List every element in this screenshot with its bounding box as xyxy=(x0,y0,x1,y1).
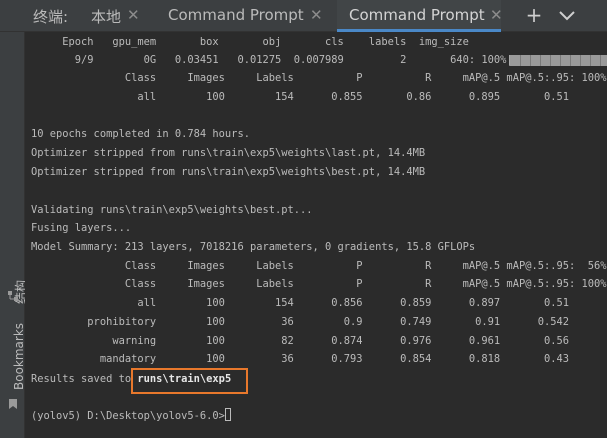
text-cursor xyxy=(224,408,231,421)
tab-command-prompt-1[interactable]: Command Prompt xyxy=(168,6,304,24)
chevron-down-icon[interactable] xyxy=(556,5,578,25)
terminal-line: Epoch gpu_mem box obj cls labels img_siz… xyxy=(31,36,469,48)
tab-local[interactable]: 本地 xyxy=(91,6,121,27)
terminal-line: Class Images Labels P R mAP@.5 mAP@.5:.9… xyxy=(31,260,607,272)
terminal-prefix-label: 终端: xyxy=(33,8,69,26)
results-prefix: Results saved to xyxy=(31,373,138,385)
terminal-line: 10 epochs completed in 0.784 hours. xyxy=(31,128,250,140)
progress-bar xyxy=(510,55,607,66)
close-icon[interactable]: ✕ xyxy=(127,6,140,24)
tab-command-prompt-2[interactable]: Command Prompt xyxy=(349,6,485,24)
terminal-line: warning 100 82 0.874 0.976 0.961 0.56 xyxy=(31,335,569,347)
left-tool-strip: 结构 Bookmarks xyxy=(0,32,28,438)
terminal-line: prohibitory 100 36 0.9 0.749 0.91 0.542 xyxy=(31,316,569,328)
new-tab-plus-icon[interactable]: + xyxy=(524,3,544,27)
terminal-line: Optimizer stripped from runs\train\exp5\… xyxy=(31,166,426,178)
bookmark-icon[interactable] xyxy=(7,398,19,410)
terminal-line: mandatory 100 36 0.793 0.854 0.818 0.43 xyxy=(31,353,569,365)
shell-prompt: (yolov5) D:\Desktop\yolov5-6.0> xyxy=(31,410,225,422)
bookmarks-tool-label[interactable]: Bookmarks xyxy=(12,323,26,390)
terminal-line: Fusing layers... xyxy=(31,222,132,234)
prompt-line[interactable]: (yolov5) D:\Desktop\yolov5-6.0> xyxy=(31,407,231,426)
close-icon[interactable]: ✕ xyxy=(490,6,503,24)
terminal-line: Model Summary: 213 layers, 7018216 param… xyxy=(31,241,476,253)
terminal-line: Class Images Labels P R mAP@.5 mAP@.5:.9… xyxy=(31,72,607,84)
terminal-line: all 100 154 0.855 0.86 0.895 0.51 xyxy=(31,91,569,103)
terminal-line: Validating runs\train\exp5\weights\best.… xyxy=(31,204,313,216)
terminal-line: Optimizer stripped from runs\train\exp5\… xyxy=(31,147,426,159)
terminal-output[interactable]: Epoch gpu_mem box obj cls labels img_siz… xyxy=(25,32,607,438)
terminal-line: 9/9 0G 0.03451 0.01275 0.007989 2 640: 1… xyxy=(31,54,513,66)
terminal-line: all 100 154 0.856 0.859 0.897 0.51 xyxy=(31,297,569,309)
highlight-box xyxy=(131,368,248,394)
close-icon[interactable]: ✕ xyxy=(310,6,323,24)
structure-icon[interactable] xyxy=(7,290,19,302)
terminal-line: Class Images Labels P R mAP@.5 mAP@.5:.9… xyxy=(31,278,607,290)
terminal-tab-bar: 终端: 本地 ✕ Command Prompt ✕ Command Prompt… xyxy=(0,0,607,32)
